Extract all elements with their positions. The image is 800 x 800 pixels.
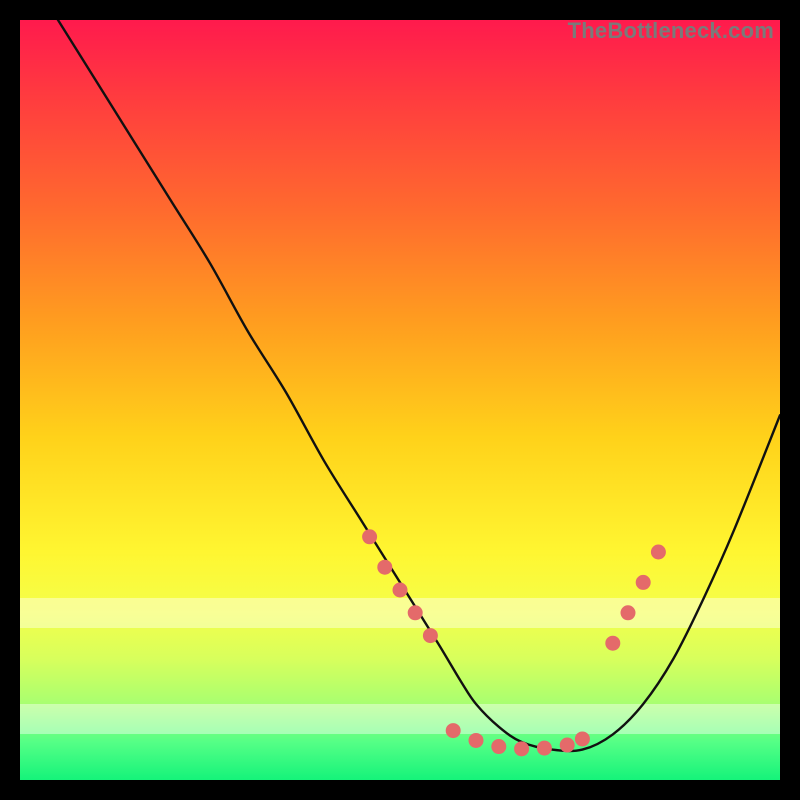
data-point [363,530,377,544]
scatter-dots [363,530,666,756]
data-point [575,732,589,746]
watermark-text: TheBottleneck.com [568,20,774,44]
data-point [606,636,620,650]
data-point [621,606,635,620]
data-point [393,583,407,597]
data-point [378,560,392,574]
data-point [446,724,460,738]
data-point [651,545,665,559]
data-point [560,738,574,752]
data-point [469,733,483,747]
data-point [423,629,437,643]
chart-frame: TheBottleneck.com [20,20,780,780]
curve-layer [20,20,780,780]
plot-area: TheBottleneck.com [20,20,780,780]
bottleneck-curve [20,20,780,751]
data-point [408,606,422,620]
data-point [492,740,506,754]
data-point [515,742,529,756]
data-point [537,741,551,755]
data-point [636,575,650,589]
